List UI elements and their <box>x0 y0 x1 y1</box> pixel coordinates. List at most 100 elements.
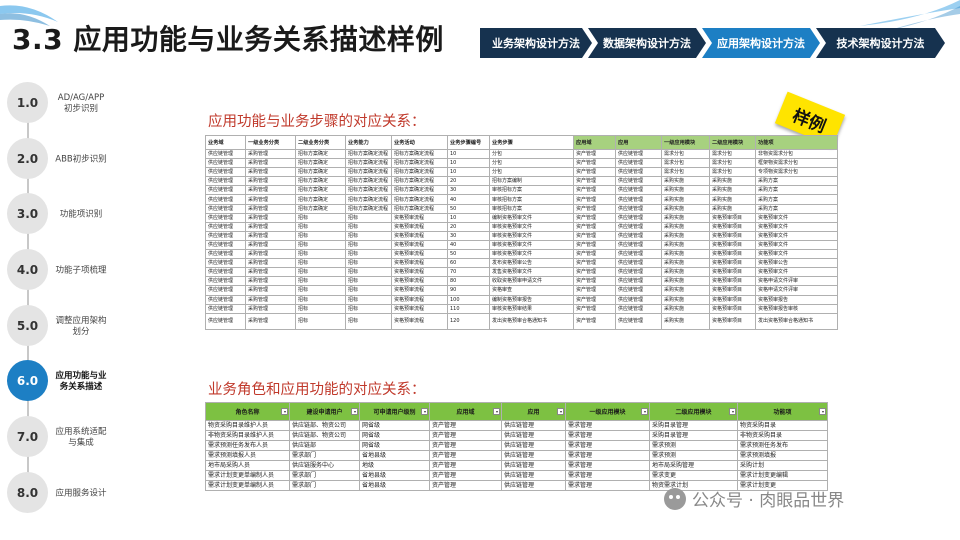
table-cell: 需求计划变更单编制人员 <box>205 470 290 481</box>
table-cell: 招标 <box>295 212 346 223</box>
timeline-step[interactable]: 2.0 ABB初步识别 <box>7 138 117 182</box>
tab-technical-architecture[interactable]: 技术架构设计方法 <box>816 28 945 58</box>
table-cell: 招标方案确定 <box>295 167 346 178</box>
table-cell: 资产管理 <box>573 194 616 205</box>
table-cell: 招标方案编制 <box>489 176 574 187</box>
step-label: 应用功能与业务关系描述 <box>55 371 107 392</box>
column-header-label: 功能项 <box>773 409 792 416</box>
table-row: 需求预测任务发布人员 供应链部 网省级 资产管理 供应链管理 需求管理 需求预测 需求预测任务… <box>205 440 828 451</box>
table-cell: 招标 <box>345 258 392 269</box>
table-cell: 供应链管理 <box>615 148 662 160</box>
table-cell: 采购管理 <box>245 239 296 251</box>
table-cell: 需求预测 <box>649 440 738 451</box>
filter-dropdown-icon[interactable] <box>557 408 564 415</box>
table-cell: 供应链管理 <box>501 430 566 441</box>
column-header[interactable]: 应用域 <box>429 402 502 421</box>
table-cell: 供应链管理 <box>205 185 246 196</box>
table-cell: 资格预审报告审核 <box>755 303 838 314</box>
table-cell: 招标方案确定 <box>295 203 346 214</box>
table-cell: 编制资格预审报告 <box>489 294 574 305</box>
table-cell: 采购管理 <box>245 221 296 232</box>
table-cell: 招标方案确定 <box>295 185 346 196</box>
column-header[interactable]: 应用 <box>501 402 566 421</box>
table-cell: 采购实施 <box>661 312 710 330</box>
filter-dropdown-icon[interactable] <box>729 408 736 415</box>
table-cell: 供应链管理 <box>205 230 246 241</box>
table-cell: 资格预审流程 <box>391 258 448 269</box>
step-number: 7.0 <box>7 416 48 457</box>
table-cell: 审核资格预审文件 <box>489 249 574 260</box>
timeline-step[interactable]: 8.0 应用服务设计 <box>7 472 117 516</box>
table-cell: 网省级 <box>359 430 430 441</box>
timeline-step[interactable]: 5.0 调整应用架构划分 <box>7 305 117 349</box>
table-row: 供应链管理 采购管理 招标方案确定 招标方案确定流程 招标方案确定流程 20 招标方案编制资… <box>205 176 838 187</box>
column-header-label: 应用 <box>527 409 540 416</box>
table-cell: 资产管理 <box>573 239 616 251</box>
table-cell: 需求部门 <box>289 450 360 461</box>
method-nav: 业务架构设计方法 数据架构设计方法 应用架构设计方法 技术架构设计方法 <box>480 28 945 58</box>
table-cell: 采购实施 <box>661 285 710 296</box>
table-cell: 招标方案确定流程 <box>345 148 392 160</box>
step-number: 4.0 <box>7 249 48 290</box>
table-cell: 采购实施 <box>661 194 710 205</box>
table-row: 供应链管理 采购管理 招标方案确定 招标方案确定流程 招标方案确定流程 30 审核招标方案资… <box>205 185 838 196</box>
table-cell: 采购管理 <box>245 194 296 205</box>
table-cell: 供应链部 <box>289 440 360 451</box>
filter-dropdown-icon[interactable] <box>421 408 428 415</box>
table-cell: 采购管理 <box>245 230 296 241</box>
timeline-step[interactable]: 6.0 应用功能与业务关系描述 <box>7 360 117 404</box>
timeline-step[interactable]: 7.0 应用系统适配与集成 <box>7 416 117 460</box>
table-cell: 供应链管理 <box>205 212 246 223</box>
table-cell: 采购管理 <box>245 312 296 330</box>
wechat-icon <box>664 487 686 510</box>
table-cell: 资格预审文件 <box>755 230 838 241</box>
table-cell: 发出资格预审合格通知书 <box>489 312 574 330</box>
table-cell: 资格预审项目 <box>709 276 756 287</box>
table-row: 供应链管理 采购管理 招标 招标 资格预审流程 70 发售资格预审文件 资产管理 供应链管理 采购… <box>205 267 838 278</box>
table-cell: 供应链管理 <box>205 239 246 251</box>
table-cell: 资产管理 <box>573 276 616 287</box>
timeline-step[interactable]: 4.0 功能子项梳理 <box>7 249 117 293</box>
timeline-step[interactable]: 3.0 功能项识别 <box>7 193 117 237</box>
table-cell: 需求预测任务发布人员 <box>205 440 290 451</box>
step-label: 应用服务设计 <box>55 488 107 499</box>
table-row: 供应链管理 采购管理 招标方案确定 招标方案确定流程 招标方案确定流程 40 审核招标方案资… <box>205 194 838 205</box>
filter-dropdown-icon[interactable] <box>351 408 358 415</box>
filter-dropdown-icon[interactable] <box>819 408 826 415</box>
table-cell: 招标 <box>345 312 392 330</box>
column-header[interactable]: 角色名称 <box>205 402 290 421</box>
table-cell: 专项物资需求分包 <box>755 167 838 178</box>
table-cell: 采购实施 <box>661 276 710 287</box>
table-cell: 资产管理 <box>573 185 616 196</box>
filter-dropdown-icon[interactable] <box>493 408 500 415</box>
column-header[interactable]: 功能项 <box>737 402 828 421</box>
table-cell: 物资采购目录 <box>737 420 828 431</box>
table-cell: 供应链管理 <box>615 303 662 314</box>
timeline-step[interactable]: 1.0 AD/AG/APP初步识别 <box>7 82 117 126</box>
table-cell: 招标方案确定流程 <box>391 176 448 187</box>
table-cell: 需求分包 <box>661 167 710 178</box>
tab-application-architecture[interactable]: 应用架构设计方法 <box>702 28 820 58</box>
column-header: 应用 <box>615 135 662 150</box>
page-title: 3.3 应用功能与业务关系描述样例 <box>12 23 444 56</box>
table-cell: 采购管理 <box>245 167 296 178</box>
table-cell: 供应链管理 <box>615 185 662 196</box>
column-header: 二级应用模块 <box>709 135 756 150</box>
column-header[interactable]: 建设申请用户 <box>289 402 360 421</box>
column-header: 功能项 <box>755 135 838 150</box>
filter-dropdown-icon[interactable] <box>281 408 288 415</box>
table-cell: 采购实施 <box>709 203 756 214</box>
filter-dropdown-icon[interactable] <box>641 408 648 415</box>
table-cell: 资格预审项目 <box>709 221 756 232</box>
table-cell: 资格预审文件 <box>755 221 838 232</box>
column-header: 一级应用模块 <box>661 135 710 150</box>
table-cell: 招标方案确定 <box>295 148 346 160</box>
column-header[interactable]: 可申请用户级别 <box>359 402 430 421</box>
column-header[interactable]: 一级应用模块 <box>565 402 650 421</box>
column-header[interactable]: 二级应用模块 <box>649 402 738 421</box>
tab-data-architecture[interactable]: 数据架构设计方法 <box>588 28 706 58</box>
step-number: 8.0 <box>7 472 48 513</box>
watermark: 公众号 · 肉眼品世界 <box>664 486 844 511</box>
tab-business-architecture[interactable]: 业务架构设计方法 <box>480 28 592 58</box>
table-row: 供应链管理 采购管理 招标 招标 资格预审流程 110 审核资格预审结果 资产管理 供应链管理采… <box>205 303 838 314</box>
